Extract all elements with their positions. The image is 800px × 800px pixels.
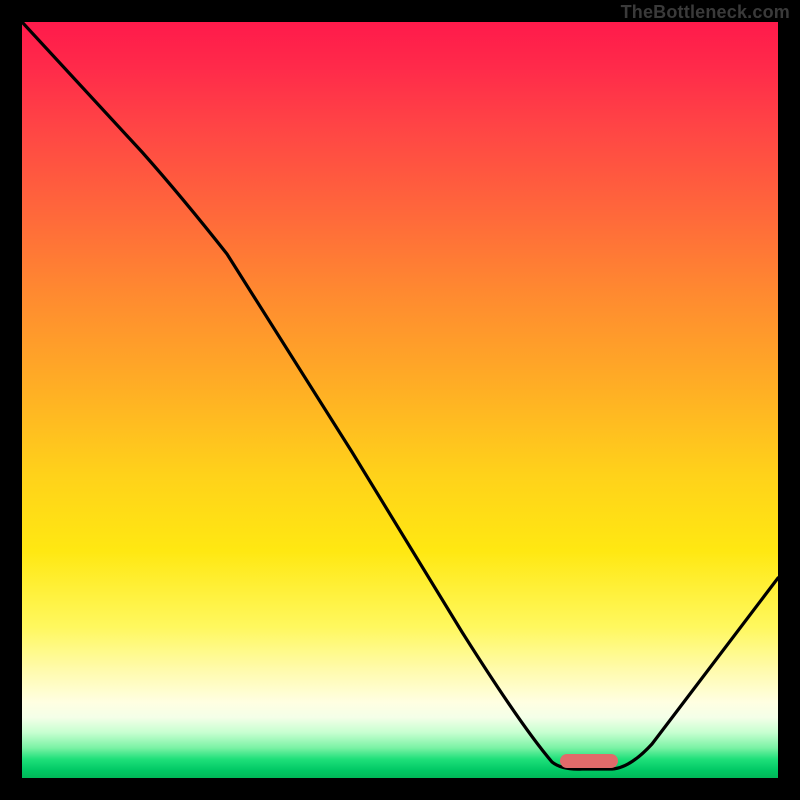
optimal-zone-marker [560, 754, 618, 768]
plot-area [22, 22, 778, 778]
bottleneck-curve [22, 22, 778, 778]
curve-path [22, 22, 778, 769]
watermark-text: TheBottleneck.com [621, 2, 790, 23]
